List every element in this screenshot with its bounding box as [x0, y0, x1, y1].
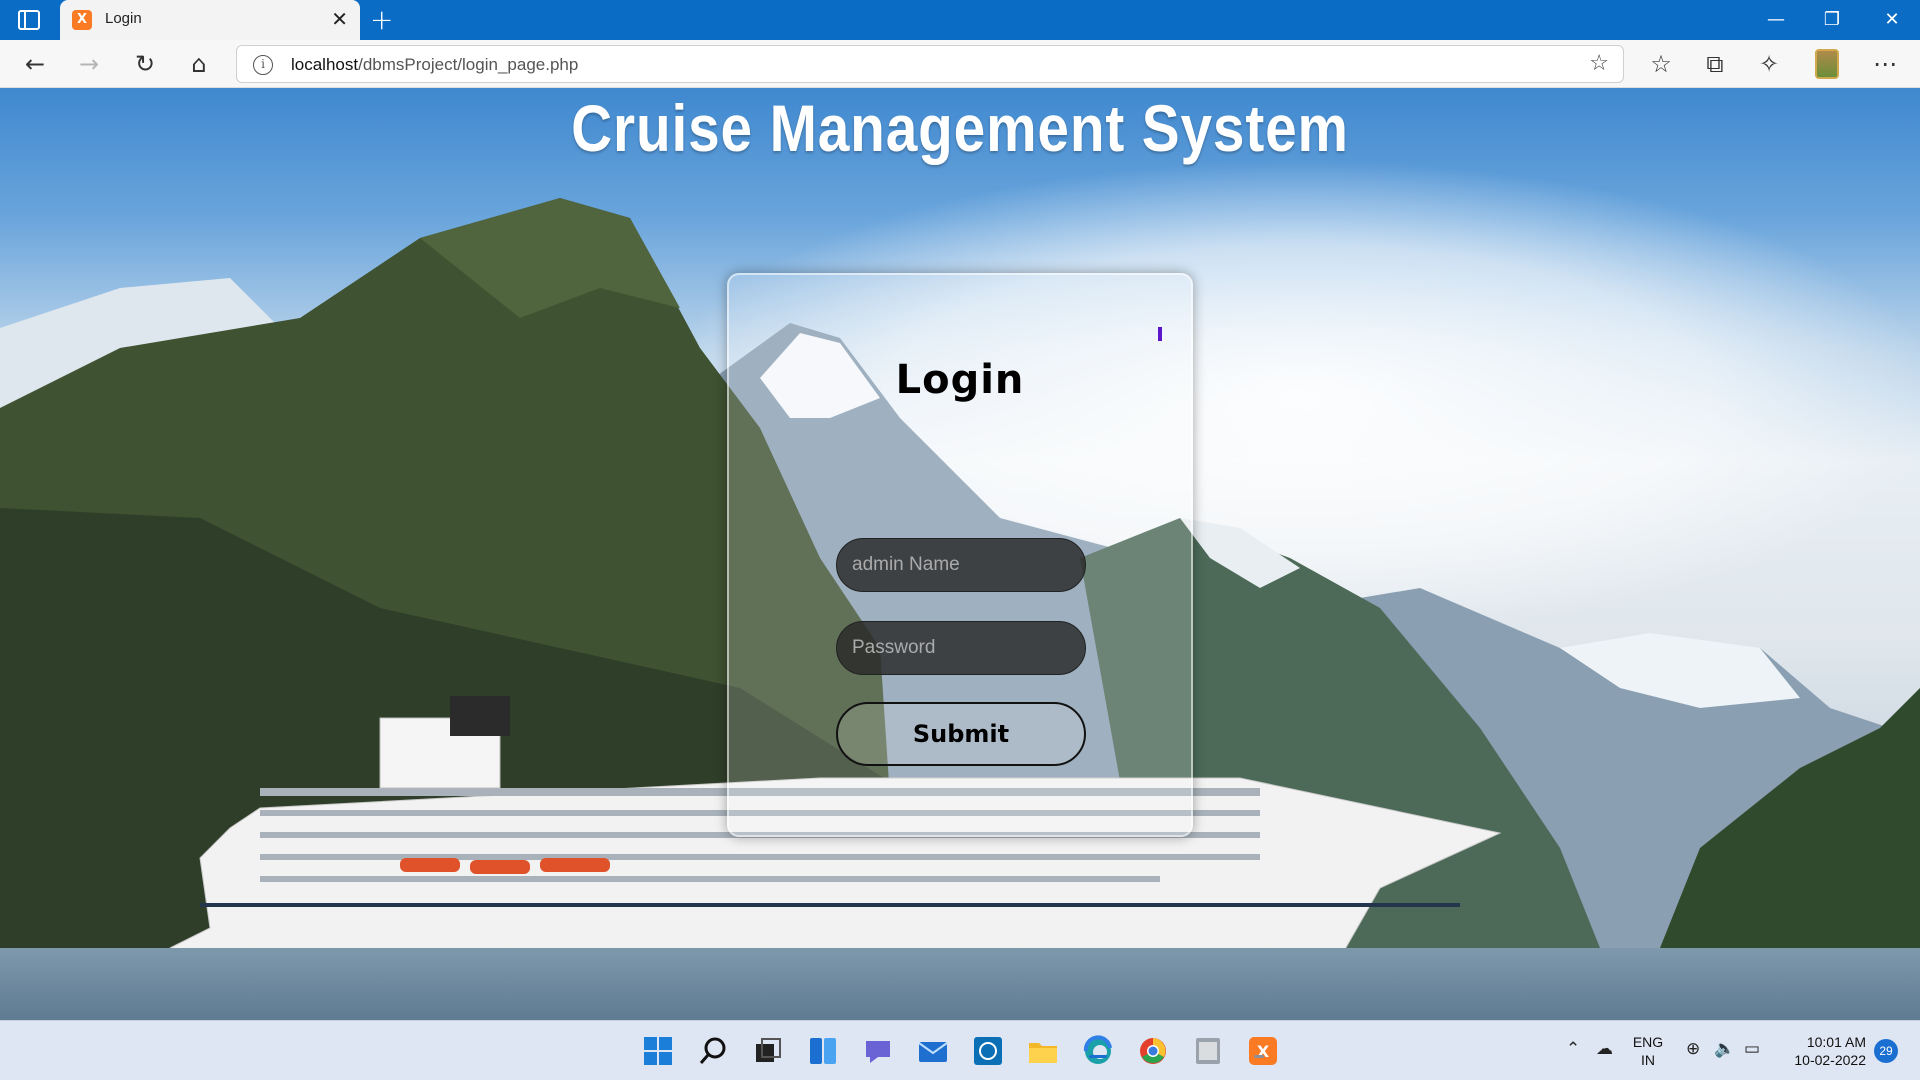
start-icon[interactable]	[642, 1035, 674, 1067]
mail-icon[interactable]	[917, 1035, 949, 1067]
collections-icon[interactable]: ⧉	[1698, 48, 1732, 80]
home-icon[interactable]: ⌂	[182, 48, 216, 80]
login-card: Login Submit	[727, 273, 1193, 837]
close-window-icon[interactable]: ✕	[1864, 0, 1920, 40]
language-indicator[interactable]: ENG IN	[1630, 1033, 1666, 1069]
add-favorite-icon[interactable]: ☆	[1589, 51, 1609, 76]
widgets-icon[interactable]	[807, 1035, 839, 1067]
submit-button[interactable]: Submit	[836, 702, 1086, 766]
login-heading: Login	[895, 357, 1025, 403]
clock-date: 10-02-2022	[1794, 1052, 1866, 1068]
close-tab-icon[interactable]: ✕	[331, 8, 348, 30]
chevron-up-icon[interactable]: ⌃	[1566, 1039, 1580, 1059]
web-page: Cruise Management System Login Submit	[0, 88, 1920, 1020]
text-cursor-mark	[1158, 327, 1162, 341]
more-options-icon[interactable]: ⋯	[1868, 48, 1902, 80]
admin-name-input[interactable]	[836, 538, 1086, 592]
browser-nav-bar: ← → ↻ ⌂ i localhost/dbmsProject/login_pa…	[0, 40, 1920, 88]
search-icon[interactable]	[697, 1035, 729, 1067]
restore-icon[interactable]: ❐	[1804, 0, 1860, 40]
xampp-icon: X	[72, 10, 92, 30]
back-icon[interactable]: ←	[18, 48, 52, 80]
chrome-icon[interactable]	[1137, 1035, 1169, 1067]
copilot-sparkle-icon[interactable]: ✧	[1752, 48, 1786, 80]
battery-icon[interactable]: ▭	[1744, 1039, 1760, 1059]
volume-icon[interactable]: 🔈	[1714, 1039, 1735, 1059]
onedrive-icon[interactable]: ☁	[1596, 1039, 1613, 1059]
favorites-icon[interactable]: ☆	[1644, 48, 1678, 80]
region-code: IN	[1641, 1052, 1655, 1068]
new-tab-icon[interactable]: +	[370, 2, 393, 38]
tab-title: Login	[105, 10, 142, 27]
task-view-icon[interactable]	[752, 1035, 784, 1067]
edge-icon[interactable]	[1082, 1035, 1114, 1067]
profile-avatar[interactable]	[1815, 49, 1839, 79]
globe-network-icon[interactable]: ⊕	[1686, 1039, 1700, 1059]
url-text[interactable]: localhost/dbmsProject/login_page.php	[291, 55, 578, 75]
xampp-icon[interactable]: X	[1247, 1035, 1279, 1067]
browser-tab-login[interactable]: X Login ✕	[60, 0, 360, 40]
windows-taskbar: X ⌃ ☁ ENG IN ⊕ 🔈 ▭ 10:01 AM 10-02-2022 2…	[0, 1020, 1920, 1080]
sidebar-toggle-icon[interactable]	[18, 10, 40, 30]
forward-icon[interactable]: →	[72, 48, 106, 80]
xampp-running-indicator	[1254, 1055, 1264, 1058]
clock[interactable]: 10:01 AM 10-02-2022	[1776, 1033, 1866, 1069]
site-title: Cruise Management System	[571, 91, 1349, 165]
info-icon[interactable]: i	[253, 55, 273, 75]
dell-icon[interactable]	[972, 1035, 1004, 1067]
browser-title-bar: X Login ✕ + — ❐ ✕	[0, 0, 1920, 40]
password-input[interactable]	[836, 621, 1086, 675]
edge-active-indicator	[1089, 1055, 1107, 1058]
refresh-icon[interactable]: ↻	[128, 48, 162, 80]
teams-chat-icon[interactable]	[862, 1035, 894, 1067]
notepad-icon[interactable]	[1192, 1035, 1224, 1067]
url-path: /dbmsProject/login_page.php	[358, 55, 579, 74]
clock-time: 10:01 AM	[1806, 1034, 1866, 1050]
minimize-icon[interactable]: —	[1748, 0, 1804, 40]
svg-text:X: X	[1257, 1042, 1270, 1061]
url-host: localhost	[291, 55, 359, 74]
water	[0, 948, 1920, 1020]
language-code: ENG	[1632, 1034, 1664, 1050]
notification-badge[interactable]: 29	[1874, 1039, 1898, 1063]
file-explorer-icon[interactable]	[1027, 1035, 1059, 1067]
address-bar[interactable]: i localhost/dbmsProject/login_page.php ☆	[236, 45, 1624, 83]
